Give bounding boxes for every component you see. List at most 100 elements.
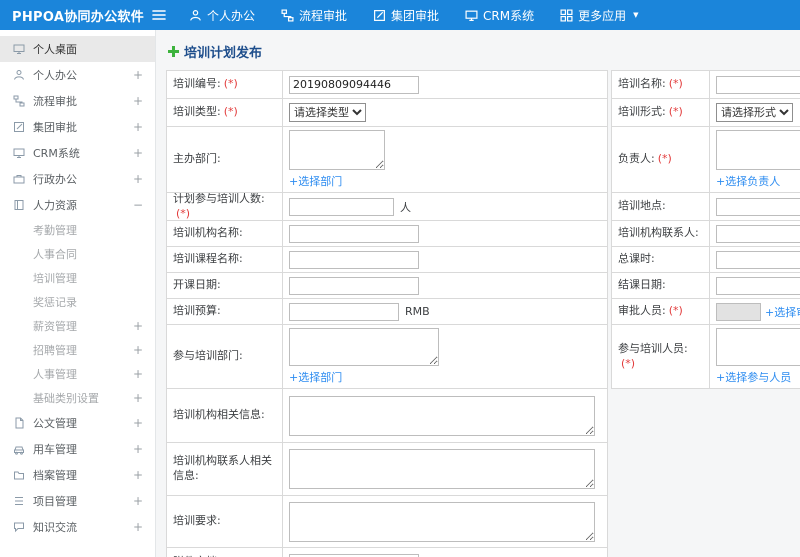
nav-personal-office[interactable]: 个人办公 (176, 0, 268, 30)
sidebar-item-recruitment-mgmt[interactable]: 招聘管理 + (0, 338, 155, 362)
sidebar-item-salary-mgmt[interactable]: 薪资管理 + (0, 314, 155, 338)
field-label: 总课时: (612, 247, 710, 273)
form-row: 审批人员:(*) +选择审批人员 (612, 299, 800, 325)
chat-icon (12, 521, 25, 534)
org-info-textarea[interactable] (289, 395, 595, 436)
end-date-input[interactable] (716, 276, 800, 295)
approver-input[interactable] (716, 302, 761, 321)
sidebar-item-training-mgmt[interactable]: 培训管理 (0, 266, 155, 290)
unit-suffix: 人 (400, 200, 411, 214)
field-label: 开课日期: (167, 273, 283, 299)
select-approver-link[interactable]: +选择审批人员 (765, 304, 800, 320)
edit-icon (373, 9, 386, 22)
nav-more-apps[interactable]: 更多应用 ▼ (547, 0, 651, 30)
flow-icon (281, 8, 294, 22)
field-label: 培训名称: (*) (612, 71, 710, 99)
form-row: 培训编号: (*) (167, 71, 608, 99)
sidebar-item-group-approval[interactable]: 集团审批 + (0, 114, 155, 140)
form-right-column: 培训名称: (*) 培训形式: (*) 请选择形式 负责人: (*) +选择负责… (611, 70, 800, 389)
desktop-icon (12, 43, 25, 56)
apps-icon (560, 8, 573, 22)
sidebar-item-archive-mgmt[interactable]: 档案管理 + (0, 462, 155, 488)
planned-participants-input[interactable] (289, 197, 394, 216)
attachment-input[interactable] (289, 553, 419, 557)
field-label: 培训课程名称: (167, 247, 283, 273)
app-logo: PHPOA协同办公软件 (12, 9, 144, 25)
sidebar-item-personal-desktop[interactable]: 个人桌面 (0, 36, 155, 62)
top-navigation: 个人办公 流程审批 集团审批 CRM系统 更多应用 ▼ (176, 0, 652, 30)
join-staff-textarea[interactable] (716, 328, 800, 366)
form-row: 参与培训部门: +选择部门 (167, 325, 608, 389)
form-row: 培训课程名称: (167, 247, 608, 273)
form-row: 负责人: (*) +选择负责人 (612, 127, 800, 193)
sidebar-item-admin-office[interactable]: 行政办公 + (0, 166, 155, 192)
org-contact-input[interactable] (716, 224, 800, 243)
flow-icon (12, 95, 25, 108)
form-row: 培训预算: RMB (167, 299, 608, 325)
training-place-input[interactable] (716, 197, 800, 216)
form-row: 计划参与培训人数:(*) 人 (167, 193, 608, 221)
field-label: 结课日期: (612, 273, 710, 299)
form-row: 培训要求: (167, 496, 608, 548)
training-type-select[interactable]: 请选择类型 (289, 103, 366, 122)
leader-textarea[interactable] (716, 130, 800, 170)
field-cell (283, 443, 608, 496)
nav-group-approval[interactable]: 集团审批 (360, 0, 452, 30)
field-label: 参与培训人员:(*) (612, 325, 710, 389)
form-row: 附件文档: +附件上传 (167, 548, 608, 557)
training-name-input[interactable] (716, 75, 800, 94)
select-join-staff-link[interactable]: +选择参与人员 (716, 369, 791, 385)
training-number-input[interactable] (289, 75, 419, 94)
select-join-dept-link[interactable]: +选择部门 (289, 369, 342, 385)
field-label: 计划参与培训人数:(*) (167, 193, 283, 221)
training-plan-form: 培训编号:(*) 培训类型:(*) 请选择类型 主办部 (166, 70, 800, 557)
field-label: 培训要求: (167, 496, 283, 548)
form-row: 培训地点: (612, 193, 800, 221)
field-cell: +选择审批人员 (710, 299, 800, 325)
briefcase-icon (12, 173, 25, 186)
field-cell: +选择部门 (283, 325, 608, 389)
join-dept-textarea[interactable] (289, 328, 439, 366)
select-leader-link[interactable]: +选择负责人 (716, 173, 780, 189)
field-cell (710, 221, 800, 247)
total-hours-input[interactable] (716, 250, 800, 269)
field-label: 培训形式: (*) (612, 99, 710, 127)
field-label: 培训机构联系人相关信息: (167, 443, 283, 496)
field-label: 负责人: (*) (612, 127, 710, 193)
sidebar: 个人桌面 个人办公 + 流程审批 + 集团审批 + CRM系统 + 行政办公 +… (0, 30, 156, 557)
sidebar-item-crm-system[interactable]: CRM系统 + (0, 140, 155, 166)
sidebar-item-project-mgmt[interactable]: 项目管理 + (0, 488, 155, 514)
nav-process-approval[interactable]: 流程审批 (268, 0, 360, 30)
select-dept-link[interactable]: +选择部门 (289, 173, 342, 189)
sidebar-item-reward-punishment[interactable]: 奖惩记录 (0, 290, 155, 314)
sidebar-item-process-approval[interactable]: 流程审批 + (0, 88, 155, 114)
field-cell (710, 71, 800, 99)
sidebar-item-personnel-mgmt[interactable]: 人事管理 + (0, 362, 155, 386)
nav-crm-system[interactable]: CRM系统 (452, 0, 547, 30)
field-cell: 人 (283, 193, 608, 221)
field-cell (283, 221, 608, 247)
sidebar-item-vehicle-mgmt[interactable]: 用车管理 + (0, 436, 155, 462)
menu-toggle-button[interactable] (146, 0, 172, 30)
sidebar-item-document-mgmt[interactable]: 公文管理 + (0, 410, 155, 436)
sidebar-item-knowledge-exchange[interactable]: 知识交流 + (0, 514, 155, 540)
field-cell: +选择负责人 (710, 127, 800, 193)
org-name-input[interactable] (289, 224, 419, 243)
form-row: 培训机构名称: (167, 221, 608, 247)
form-row: 培训形式: (*) 请选择形式 (612, 99, 800, 127)
host-dept-textarea[interactable] (289, 130, 385, 170)
training-mode-select[interactable]: 请选择形式 (716, 103, 793, 122)
course-name-input[interactable] (289, 250, 419, 269)
sidebar-item-personal-office[interactable]: 个人办公 + (0, 62, 155, 88)
sidebar-item-attendance-mgmt[interactable]: 考勤管理 (0, 218, 155, 242)
org-contact-info-textarea[interactable] (289, 449, 595, 489)
training-requirement-textarea[interactable] (289, 501, 595, 542)
budget-input[interactable] (289, 302, 399, 321)
start-date-input[interactable] (289, 276, 419, 295)
book-icon (12, 199, 25, 212)
field-cell (283, 389, 608, 443)
sidebar-item-base-category-settings[interactable]: 基础类别设置 + (0, 386, 155, 410)
folder-icon (12, 469, 25, 482)
sidebar-item-human-resources[interactable]: 人力资源 − (0, 192, 155, 218)
sidebar-item-personnel-contract[interactable]: 人事合同 (0, 242, 155, 266)
